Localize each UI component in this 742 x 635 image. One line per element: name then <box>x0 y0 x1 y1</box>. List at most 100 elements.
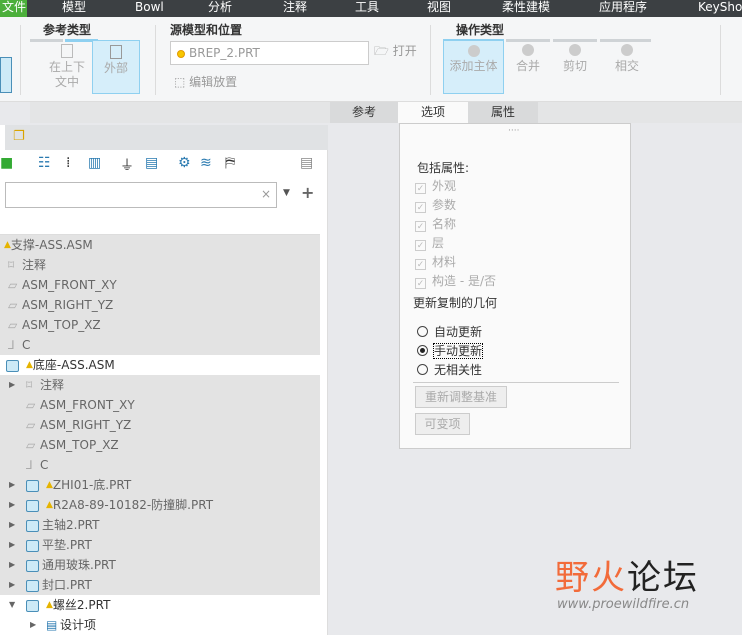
document-icon[interactable]: ▤ <box>300 155 313 171</box>
attribute-checkbox[interactable]: ✓ 参数 <box>415 196 456 213</box>
menu-model[interactable]: 模型 <box>62 0 86 17</box>
green-cube-icon[interactable]: ■ <box>0 155 13 171</box>
tree-row[interactable]: ▱ ASM_RIGHT_YZ <box>0 415 320 435</box>
tree-row-label: 平垫.PRT <box>42 538 92 552</box>
tree-row[interactable]: ▼ ▲螺丝2.PRT <box>0 595 320 615</box>
expand-arrow-icon[interactable]: ▶ <box>9 535 15 555</box>
drag-handle[interactable]: ···· <box>508 126 519 136</box>
warning-icon: ▲ <box>46 600 53 610</box>
tree-search-input[interactable]: × <box>5 182 277 208</box>
tree-row[interactable]: ▱ ASM_TOP_XZ <box>0 435 320 455</box>
open-button[interactable]: 🗁 打开 <box>374 44 417 62</box>
tree-list-icon[interactable]: ⁞ <box>66 155 70 171</box>
in-context-button[interactable]: 在上下文中 <box>44 42 90 94</box>
variable-items-button[interactable]: 可变项 <box>415 413 470 435</box>
part-icon <box>26 559 39 572</box>
tree-row[interactable]: ▱ ASM_FRONT_XY <box>0 395 320 415</box>
tree-row[interactable]: ▶ 通用玻珠.PRT <box>0 555 320 575</box>
tree-row[interactable]: ▶ ▤ 设计项 <box>0 615 320 635</box>
collapse-arrow-icon[interactable]: ▼ <box>9 595 15 615</box>
warning-icon: ▲ <box>4 240 11 250</box>
select-tree-icon[interactable]: ⛿ <box>225 155 235 171</box>
cut-button[interactable]: 剪切 <box>553 42 597 74</box>
tree-row[interactable]: ▶ ⌑ 注释 <box>0 375 320 395</box>
external-icon <box>110 45 122 59</box>
menu-keyshot[interactable]: KeySho <box>698 0 742 17</box>
intersect-button[interactable]: 相交 <box>605 42 649 74</box>
tab-references[interactable]: 参考 <box>330 102 398 123</box>
merge-button[interactable]: 合并 <box>506 42 550 74</box>
tree-row[interactable]: ▱ ASM_TOP_XZ <box>0 315 320 335</box>
tree-row[interactable]: ▲底座-ASS.ASM <box>0 355 320 375</box>
part-icon <box>26 579 39 592</box>
menu-bowl[interactable]: Bowl <box>135 0 164 17</box>
expand-arrow-icon[interactable]: ▶ <box>9 475 15 495</box>
warning-icon: ▲ <box>46 480 53 490</box>
columns-view-icon[interactable]: ▥ <box>88 155 101 171</box>
attribute-checkbox[interactable]: ✓ 外观 <box>415 177 456 194</box>
tree-row[interactable]: ▱ ASM_RIGHT_YZ <box>0 295 320 315</box>
checkbox-icon[interactable]: ✓ <box>415 240 426 251</box>
tree-row[interactable]: ▶ ▲R2A8-89-10182-防撞脚.PRT <box>0 495 320 515</box>
tree-row-label: ASM_FRONT_XY <box>40 398 135 412</box>
add-icon[interactable]: + <box>301 183 314 202</box>
external-button[interactable]: 外部 <box>92 40 140 94</box>
realign-datums-button[interactable]: 重新调整基准 <box>415 386 507 408</box>
menu-flexible-modeling[interactable]: 柔性建模 <box>502 0 550 17</box>
menu-tools[interactable]: 工具 <box>355 0 379 17</box>
menu-view[interactable]: 视图 <box>427 0 451 17</box>
tree-filter-icon[interactable]: ⏚ <box>120 155 134 175</box>
dropdown-arrow-icon[interactable]: ▼ <box>283 188 290 198</box>
menu-analysis[interactable]: 分析 <box>208 0 232 17</box>
update-radio[interactable]: 手动更新 <box>417 342 484 359</box>
attribute-checkbox[interactable]: ✓ 构造 - 是/否 <box>415 272 496 289</box>
tab-properties[interactable]: 属性 <box>468 102 538 123</box>
tree-row[interactable]: ▶ 封口.PRT <box>0 575 320 595</box>
expand-arrow-icon[interactable]: ▶ <box>9 375 15 395</box>
edit-placement-button[interactable]: ⬚ 编辑放置 <box>174 75 237 90</box>
expand-arrow-icon[interactable]: ▶ <box>9 575 15 595</box>
attribute-checkbox[interactable]: ✓ 材料 <box>415 253 456 270</box>
options-panel: ···· 包括属性: ✓ 外观 ✓ 参数 ✓ 名称 ✓ 层 ✓ 材料 ✓ 构造 - 是/否 更新复制的… <box>399 123 631 449</box>
radio-icon[interactable] <box>417 345 428 356</box>
tree-row[interactable]: ▶ ▲ZHI01-底.PRT <box>0 475 320 495</box>
menu-annotate[interactable]: 注释 <box>283 0 307 17</box>
radio-icon[interactable] <box>417 326 428 337</box>
tree-row[interactable]: ⌑ 注释 <box>0 255 320 275</box>
radio-icon[interactable] <box>417 364 428 375</box>
tree-columns-icon[interactable]: ▤ <box>145 155 158 171</box>
settings-gear-icon[interactable]: ⚙ <box>178 155 191 171</box>
attribute-checkbox[interactable]: ✓ 层 <box>415 234 444 251</box>
tree-row-label: 注释 <box>40 378 65 392</box>
tree-row[interactable]: ⅃ C <box>0 455 320 475</box>
source-model-field[interactable]: BREP_2.PRT <box>170 41 369 65</box>
tree-row[interactable]: ▲支撑-ASS.ASM <box>0 235 320 255</box>
clear-icon[interactable]: × <box>261 187 271 201</box>
coordinate-system-icon: ⅃ <box>26 458 33 472</box>
tree-row[interactable]: ▱ ASM_FRONT_XY <box>0 275 320 295</box>
checkbox-icon[interactable]: ✓ <box>415 278 426 289</box>
checkbox-icon[interactable]: ✓ <box>415 221 426 232</box>
tree-row-label: 通用玻珠.PRT <box>42 558 116 572</box>
expand-arrow-icon[interactable]: ▶ <box>9 495 15 515</box>
update-radio[interactable]: 自动更新 <box>417 323 482 340</box>
add-body-button[interactable]: 添加主体 <box>443 40 504 94</box>
expand-arrow-icon[interactable]: ▶ <box>9 515 15 535</box>
checkbox-icon[interactable]: ✓ <box>415 202 426 213</box>
menu-applications[interactable]: 应用程序 <box>599 0 647 17</box>
menu-file[interactable]: 文件 <box>0 0 27 17</box>
tree-row[interactable]: ⅃ C <box>0 335 320 355</box>
checkbox-icon[interactable]: ✓ <box>415 183 426 194</box>
expand-arrow-icon[interactable]: ▶ <box>9 555 15 575</box>
checkbox-icon[interactable]: ✓ <box>415 259 426 270</box>
tree-row[interactable]: ▶ 主轴2.PRT <box>0 515 320 535</box>
update-radio[interactable]: 无相关性 <box>417 361 482 378</box>
tab-options[interactable]: 选项 <box>398 102 468 123</box>
attribute-checkbox[interactable]: ✓ 名称 <box>415 215 456 232</box>
tree-expand-icon[interactable]: ☷ <box>38 155 51 171</box>
model-tree-icon[interactable]: ❐ <box>13 129 25 144</box>
layers-icon[interactable]: ≋ <box>200 155 212 171</box>
tree-row[interactable]: ▶ 平垫.PRT <box>0 535 320 555</box>
tree-row-label: 封口.PRT <box>42 578 92 592</box>
expand-arrow-icon[interactable]: ▶ <box>30 615 36 635</box>
